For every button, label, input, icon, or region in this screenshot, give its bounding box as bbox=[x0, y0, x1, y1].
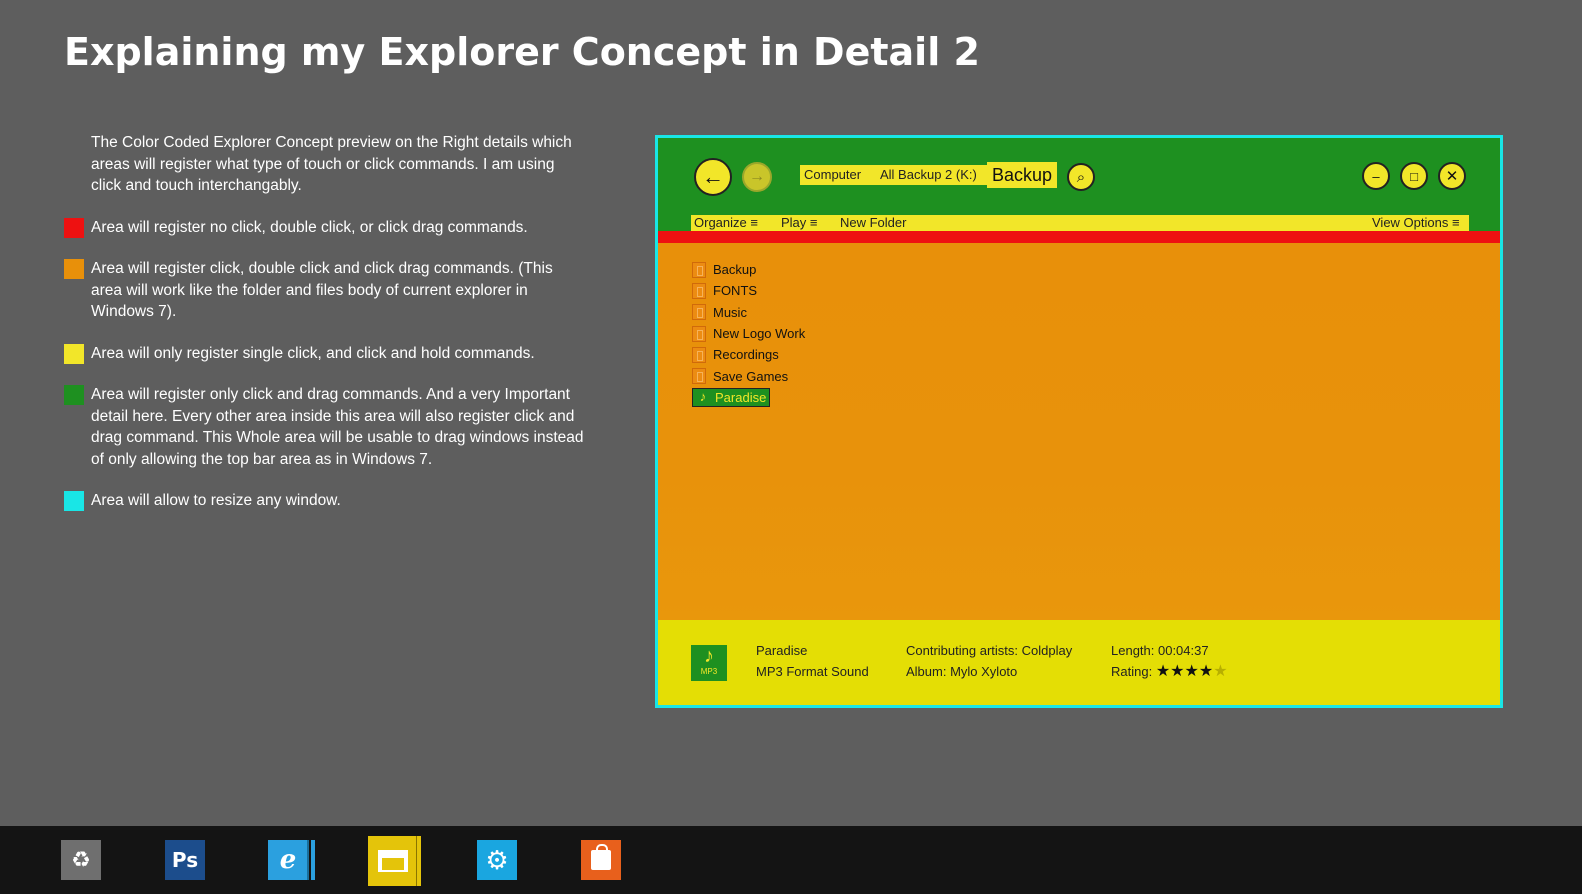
rating-stars[interactable]: ★★★★★ bbox=[1156, 663, 1228, 680]
file-name: Paradise bbox=[715, 389, 767, 405]
file-name: Save Games bbox=[713, 368, 789, 384]
details-file-info: Paradise MP3 Format Sound bbox=[756, 640, 869, 682]
details-pane[interactable]: ♪ MP3 Paradise MP3 Format Sound Contribu… bbox=[658, 620, 1500, 705]
page-title: Explaining my Explorer Concept in Detail… bbox=[64, 30, 980, 74]
details-artists: Contributing artists: Coldplay bbox=[906, 643, 1073, 658]
non-interactive-strip bbox=[658, 231, 1500, 243]
music-note-icon: ♪ bbox=[704, 645, 714, 667]
settings-gear-icon[interactable]: ⚙ bbox=[477, 840, 517, 880]
list-item[interactable]: Recordings bbox=[692, 344, 805, 365]
folder-icon bbox=[378, 850, 408, 872]
details-music-info: Contributing artists: Coldplay Album: My… bbox=[906, 640, 1072, 682]
breadcrumb-drive[interactable]: All Backup 2 (K:) bbox=[880, 165, 977, 185]
list-item[interactable]: Music bbox=[692, 302, 805, 323]
list-item[interactable]: FONTS bbox=[692, 280, 805, 301]
maximize-icon: □ bbox=[1410, 168, 1418, 184]
file-name: Recordings bbox=[713, 347, 779, 363]
folder-icon bbox=[692, 368, 706, 385]
organize-menu[interactable]: Organize ≡ bbox=[694, 215, 758, 231]
selected-item-wrapper: ♪ Paradise bbox=[692, 387, 771, 407]
back-button[interactable]: ← bbox=[694, 158, 732, 196]
intro-text: The Color Coded Explorer Concept preview… bbox=[91, 134, 572, 194]
file-name: FONTS bbox=[713, 283, 758, 299]
file-name: Music bbox=[713, 304, 747, 320]
mp3-file-icon: ♪ MP3 bbox=[691, 645, 727, 681]
search-button[interactable]: ⌕ bbox=[1067, 163, 1095, 191]
breadcrumb-current[interactable]: Backup bbox=[987, 162, 1058, 188]
folder-icon bbox=[692, 304, 706, 321]
view-options-menu[interactable]: View Options ≡ bbox=[1372, 215, 1460, 231]
list-item[interactable]: Backup bbox=[692, 259, 805, 280]
window-topbar[interactable]: ← → Computer All Backup 2 (K:) Backup ⌕ … bbox=[658, 138, 1500, 231]
minimize-button[interactable]: – bbox=[1362, 162, 1390, 190]
taskbar: ♻ Ps e ⚙ bbox=[0, 826, 1582, 894]
recycle-bin-icon[interactable]: ♻ bbox=[61, 840, 101, 880]
maximize-button[interactable]: □ bbox=[1400, 162, 1428, 190]
explanation-panel: The Color Coded Explorer Concept preview… bbox=[64, 132, 584, 532]
folder-icon bbox=[692, 282, 706, 299]
mp3-label: MP3 bbox=[700, 667, 718, 676]
music-note-icon: ♪ bbox=[696, 389, 710, 406]
running-indicator bbox=[416, 836, 421, 886]
details-rating[interactable]: Rating: ★★★★★ bbox=[1111, 661, 1228, 682]
explorer-window[interactable]: ← → Computer All Backup 2 (K:) Backup ⌕ … bbox=[655, 135, 1503, 708]
folder-icon bbox=[692, 346, 706, 363]
play-menu[interactable]: Play ≡ bbox=[781, 215, 818, 231]
arrow-right-icon: → bbox=[749, 168, 765, 185]
legend-text-orange: Area will register click, double click a… bbox=[91, 260, 553, 320]
details-length: Length: 00:04:37 bbox=[1111, 643, 1209, 658]
file-name: New Logo Work bbox=[713, 326, 806, 342]
legend-row-orange: Area will register click, double click a… bbox=[64, 258, 584, 323]
breadcrumb-computer[interactable]: Computer bbox=[804, 165, 861, 185]
list-item[interactable]: New Logo Work bbox=[692, 323, 805, 344]
file-explorer-icon[interactable] bbox=[368, 836, 418, 886]
legend-text-cyan: Area will allow to resize any window. bbox=[91, 492, 341, 509]
close-button[interactable]: ✕ bbox=[1438, 162, 1466, 190]
yellow-swatch bbox=[64, 343, 84, 364]
details-file-name: Paradise bbox=[756, 643, 808, 658]
running-indicator bbox=[307, 840, 309, 880]
command-bar: Organize ≡ Play ≡ New Folder View Option… bbox=[691, 215, 1469, 231]
star-icon[interactable]: ★ bbox=[1185, 663, 1199, 680]
list-item-selected[interactable]: ♪ Paradise bbox=[692, 387, 805, 408]
forward-button[interactable]: → bbox=[742, 162, 772, 192]
legend-row-yellow: Area will only register single click, an… bbox=[64, 343, 584, 365]
legend-row-cyan: Area will allow to resize any window. bbox=[64, 490, 584, 512]
green-swatch bbox=[64, 385, 84, 405]
cyan-swatch bbox=[64, 491, 84, 511]
store-icon[interactable] bbox=[581, 840, 621, 880]
file-list-area[interactable]: Backup FONTS Music New Logo Work Recordi… bbox=[658, 243, 1500, 620]
legend-text-green: Area will register only click and drag c… bbox=[91, 386, 584, 468]
search-icon: ⌕ bbox=[1076, 168, 1086, 186]
orange-swatch bbox=[64, 259, 84, 279]
legend-row-red: Area will register no click, double clic… bbox=[64, 217, 584, 239]
details-album: Album: Mylo Xyloto bbox=[906, 664, 1018, 679]
arrow-left-icon: ← bbox=[702, 164, 724, 189]
new-folder-button[interactable]: New Folder bbox=[840, 215, 906, 231]
rating-label: Rating: bbox=[1111, 664, 1153, 679]
star-icon[interactable]: ★ bbox=[1213, 663, 1227, 680]
list-item[interactable]: Save Games bbox=[692, 365, 805, 386]
details-length-rating: Length: 00:04:37 Rating: ★★★★★ bbox=[1111, 640, 1228, 682]
file-list: Backup FONTS Music New Logo Work Recordi… bbox=[692, 259, 805, 408]
folder-icon bbox=[692, 325, 706, 342]
folder-icon bbox=[692, 261, 706, 278]
close-icon: ✕ bbox=[1445, 168, 1459, 185]
legend-text-yellow: Area will only register single click, an… bbox=[91, 344, 535, 362]
legend-text-red: Area will register no click, double clic… bbox=[91, 218, 528, 236]
star-icon[interactable]: ★ bbox=[1170, 663, 1184, 680]
internet-explorer-icon[interactable]: e bbox=[268, 840, 308, 880]
red-swatch bbox=[64, 217, 84, 238]
star-icon[interactable]: ★ bbox=[1199, 663, 1213, 680]
photoshop-icon[interactable]: Ps bbox=[165, 840, 205, 880]
running-indicator bbox=[311, 840, 315, 880]
star-icon[interactable]: ★ bbox=[1156, 663, 1170, 680]
legend-row-green: Area will register only click and drag c… bbox=[64, 384, 584, 470]
minimize-icon: – bbox=[1372, 168, 1380, 184]
shopping-bag-icon bbox=[591, 844, 611, 870]
file-name: Backup bbox=[713, 262, 757, 278]
details-file-type: MP3 Format Sound bbox=[756, 664, 869, 679]
